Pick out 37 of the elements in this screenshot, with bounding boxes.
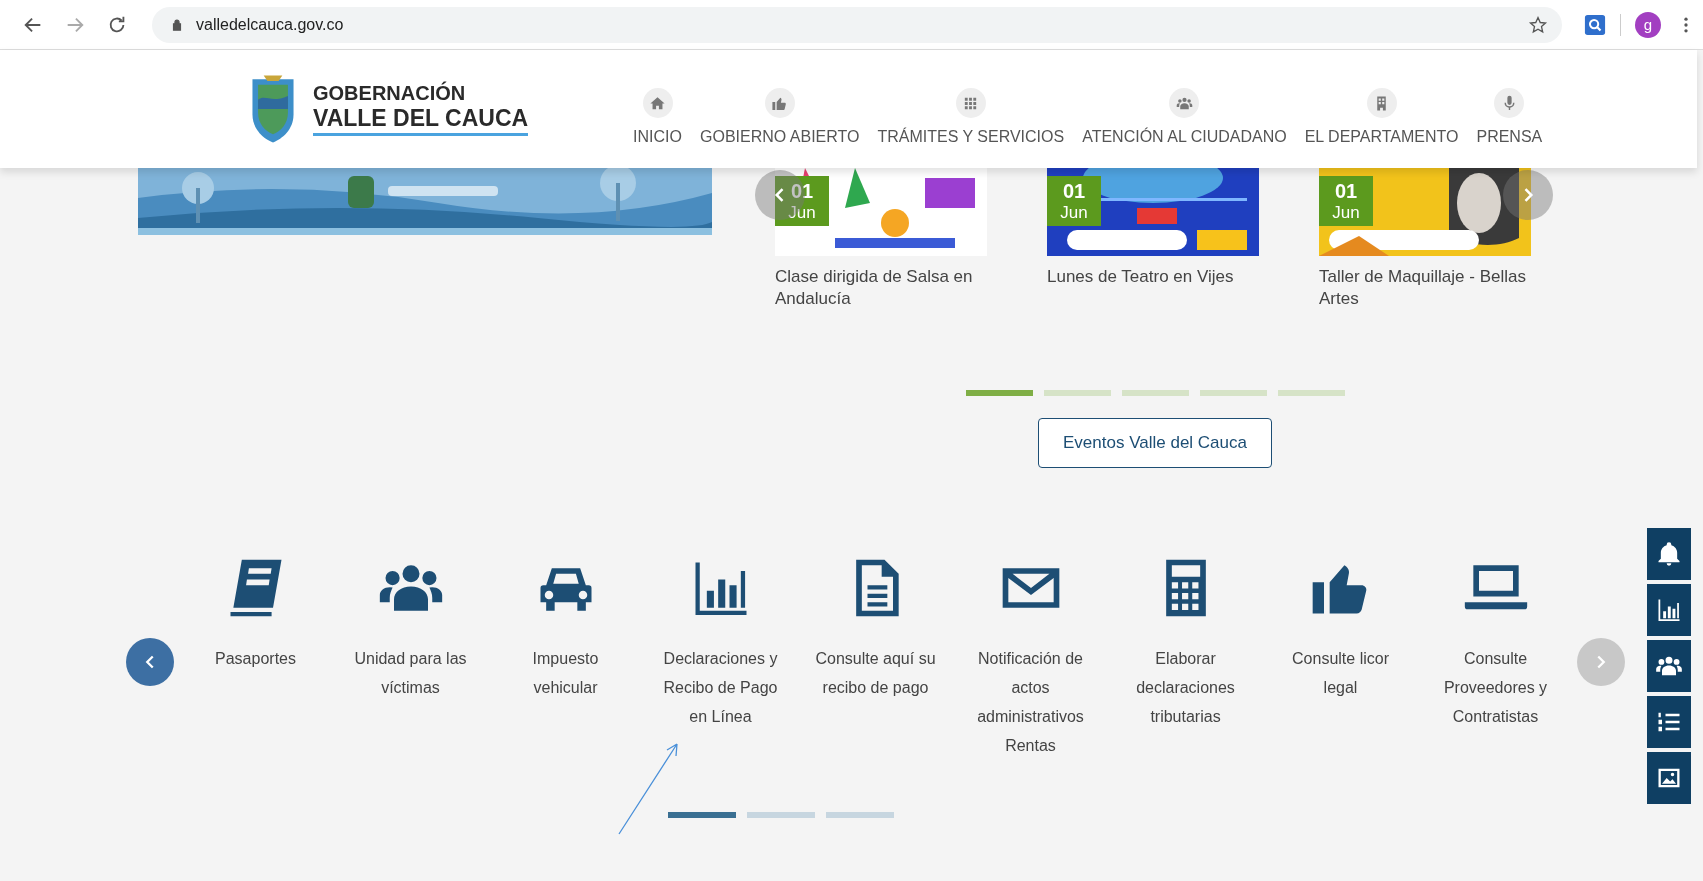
nav-link[interactable]: ATENCIÓN AL CIUDADANO — [1082, 88, 1287, 146]
toolbar-button[interactable] — [1647, 584, 1691, 636]
service-link[interactable]: Notificación de actos administrativos Rentas — [966, 644, 1095, 760]
toolbar-button[interactable] — [1647, 640, 1691, 692]
date-badge: 01 Jun — [1047, 176, 1101, 226]
service-link[interactable]: Consulte licor legal — [1276, 644, 1405, 702]
logo-title: GOBERNACIÓN — [313, 82, 467, 105]
home-icon — [649, 94, 667, 112]
service-link[interactable]: Consulte aquí su recibo de pago — [811, 644, 940, 702]
search-extension-icon[interactable] — [1584, 13, 1606, 36]
previous-button[interactable] — [126, 638, 174, 686]
nav-link[interactable]: EL DEPARTAMENTO — [1304, 88, 1459, 146]
events-button[interactable]: Eventos Valle del Cauca — [1038, 418, 1272, 468]
event-title[interactable]: Lunes de Teatro en Vijes — [1047, 266, 1259, 288]
service-link[interactable]: Consulte Proveedores y Contratistas — [1431, 644, 1560, 731]
service-link[interactable]: Impuesto vehicular — [501, 644, 630, 702]
address-bar[interactable]: valledelcauca.gov.co — [152, 6, 1562, 43]
date-badge: 01 Jun — [775, 176, 829, 226]
nav-link[interactable]: INICIO — [633, 88, 682, 146]
lock-icon — [170, 17, 184, 32]
nav-link[interactable]: GOBIERNO ABIERTO — [700, 88, 860, 146]
service-link[interactable]: Declaraciones y Recibo de Pago en Línea — [656, 644, 785, 731]
event-title[interactable]: Taller de Maquillaje - Bellas Artes — [1319, 266, 1531, 310]
service-link[interactable]: Pasaportes — [191, 644, 320, 673]
toolbar-button[interactable] — [1647, 752, 1691, 804]
nav-link[interactable]: TRÁMITES Y SERVICIOS — [877, 88, 1065, 146]
service-link[interactable]: Unidad para las víctimas — [346, 644, 475, 702]
profile-avatar[interactable]: g — [1635, 11, 1661, 38]
toolbar-button[interactable] — [1647, 528, 1691, 580]
event-title[interactable]: Clase dirigida de Salsa en Andalucía — [775, 266, 987, 310]
logo-subtitle: VALLE DEL CAUCA — [313, 105, 529, 136]
service-link[interactable]: Elaborar declaraciones tributarias — [1121, 644, 1250, 731]
next-button[interactable] — [1503, 170, 1553, 220]
nav-link[interactable]: PRENSA — [1476, 88, 1543, 146]
date-badge: 01 Jun — [1319, 176, 1373, 226]
toolbar-button[interactable] — [1647, 696, 1691, 748]
star-icon[interactable] — [1528, 14, 1548, 35]
